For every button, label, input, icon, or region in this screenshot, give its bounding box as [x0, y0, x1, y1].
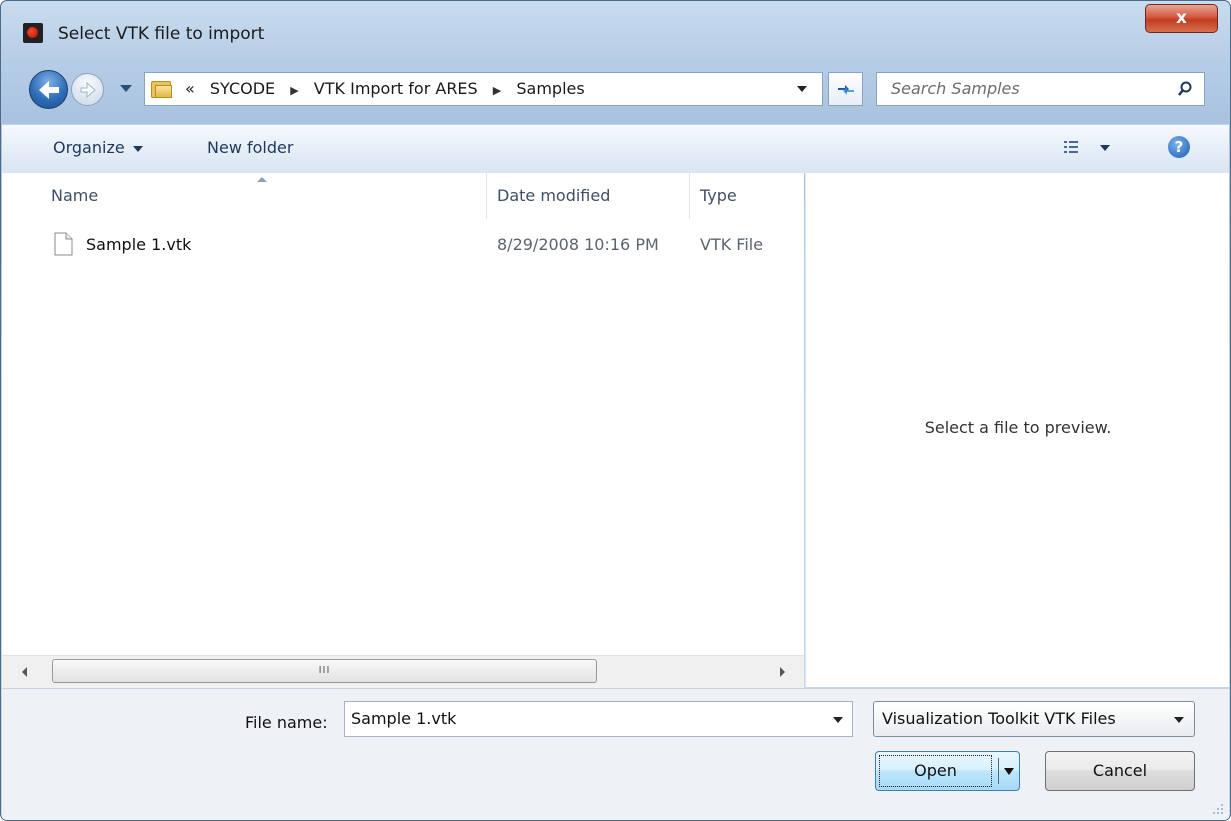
table-row[interactable]: Sample 1.vtk 8/29/2008 10:16 PM VTK File — [2, 228, 804, 262]
scrollbar-thumb[interactable]: III — [52, 659, 597, 683]
back-button[interactable] — [29, 70, 68, 109]
document-icon — [54, 232, 73, 256]
address-dropdown-icon[interactable] — [797, 86, 807, 92]
open-label: Open — [879, 755, 992, 787]
split-divider — [998, 758, 999, 784]
open-options-dropdown-icon[interactable] — [1004, 768, 1014, 775]
dialog-footer: File name: Sample 1.vtk Visualization To… — [2, 688, 1229, 820]
search-icon[interactable] — [1177, 81, 1193, 97]
help-icon[interactable]: ? — [1168, 136, 1190, 158]
breadcrumb-samples[interactable]: Samples — [516, 79, 584, 98]
scroll-right-icon[interactable] — [780, 667, 785, 677]
sort-ascending-icon — [257, 177, 267, 182]
file-name-dropdown-icon[interactable] — [833, 717, 843, 723]
file-list: Name Date modified Type Sample 1.vtk 8/2… — [2, 173, 804, 655]
breadcrumb-overflow-chevron[interactable]: « — [185, 79, 195, 98]
back-arrow-icon — [39, 81, 59, 99]
forward-button[interactable] — [71, 73, 104, 106]
chevron-down-icon — [132, 145, 143, 152]
search-placeholder: Search Samples — [891, 79, 1020, 98]
view-options-dropdown-icon[interactable] — [1100, 145, 1110, 151]
recent-locations-dropdown[interactable] — [120, 85, 132, 92]
preview-pane: Select a file to preview. — [805, 173, 1229, 687]
refresh-icon — [837, 85, 854, 95]
breadcrumb-separator-icon[interactable]: ▶ — [493, 84, 501, 97]
preview-message: Select a file to preview. — [924, 418, 1112, 437]
file-dialog-window: Select VTK file to import x « SYCODE ▶ V… — [0, 0, 1231, 821]
window-title: Select VTK file to import — [58, 24, 265, 44]
organize-menu[interactable]: Organize — [53, 125, 143, 171]
horizontal-scrollbar[interactable]: III — [2, 655, 804, 688]
address-bar[interactable]: « SYCODE ▶ VTK Import for ARES ▶ Samples — [144, 72, 823, 106]
breadcrumb-separator-icon[interactable]: ▶ — [290, 84, 298, 97]
file-name-input[interactable]: Sample 1.vtk — [344, 701, 853, 737]
navigation-bar: « SYCODE ▶ VTK Import for ARES ▶ Samples… — [1, 65, 1230, 113]
view-options-icon[interactable] — [1064, 140, 1078, 154]
command-bar: Organize New folder ? — [2, 124, 1229, 174]
file-date-cell: 8/29/2008 10:16 PM — [497, 235, 659, 254]
column-divider[interactable] — [486, 173, 487, 219]
vtk-app-icon — [23, 23, 43, 43]
breadcrumb-sycode[interactable]: SYCODE — [210, 79, 275, 98]
forward-arrow-icon — [80, 81, 96, 99]
new-folder-button[interactable]: New folder — [207, 125, 293, 171]
open-button[interactable]: Open — [875, 751, 1020, 791]
close-button[interactable]: x — [1145, 4, 1218, 33]
file-type-select[interactable]: Visualization Toolkit VTK Files — [873, 701, 1195, 737]
folder-icon — [151, 79, 173, 100]
chevron-down-icon — [1174, 717, 1184, 723]
file-type-cell: VTK File — [700, 235, 764, 254]
cancel-button[interactable]: Cancel — [1045, 751, 1195, 791]
file-name-label: File name: — [245, 713, 328, 732]
file-type-value: Visualization Toolkit VTK Files — [882, 709, 1116, 728]
resize-grip-icon[interactable] — [1210, 801, 1224, 815]
file-name-cell: Sample 1.vtk — [86, 235, 192, 254]
column-header-type[interactable]: Type — [700, 173, 800, 219]
title-bar: Select VTK file to import x — [1, 1, 1230, 63]
file-name-value: Sample 1.vtk — [351, 709, 457, 728]
refresh-button[interactable] — [828, 72, 863, 106]
search-input[interactable]: Search Samples — [876, 72, 1205, 106]
breadcrumb: « SYCODE ▶ VTK Import for ARES ▶ Samples — [185, 73, 595, 105]
organize-label: Organize — [53, 138, 125, 157]
column-header-date-modified[interactable]: Date modified — [497, 173, 682, 219]
breadcrumb-vtk-import[interactable]: VTK Import for ARES — [314, 79, 478, 98]
column-divider[interactable] — [689, 173, 690, 219]
scroll-left-icon[interactable] — [22, 667, 27, 677]
